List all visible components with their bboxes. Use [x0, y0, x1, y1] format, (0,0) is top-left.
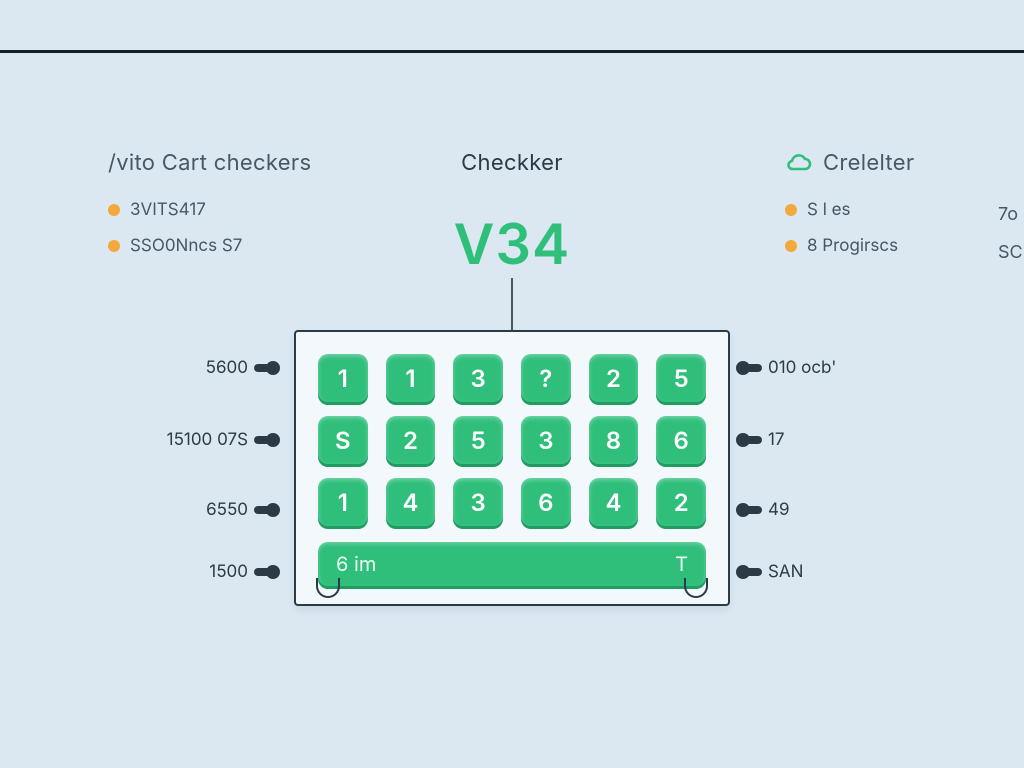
axis-value: 15100 07S [167, 430, 248, 450]
axis-value: 17 [768, 430, 785, 450]
keypad-key[interactable]: 2 [386, 416, 436, 464]
keypad-key[interactable]: 1 [386, 354, 436, 402]
axis-tick-right: 49 [740, 500, 790, 520]
keypad-key[interactable]: 6 [656, 416, 706, 464]
keypad-key[interactable]: 4 [589, 478, 639, 526]
axis-value: 010 ocb' [768, 358, 836, 378]
pin-icon [254, 436, 276, 444]
pin-icon [254, 506, 276, 514]
keypad-key[interactable]: 1 [318, 354, 368, 402]
keypad-bottom-bar[interactable]: 6 im T [318, 542, 706, 586]
cloud-icon [785, 153, 813, 173]
axis-value: 6550 [206, 500, 248, 520]
bar-left-label: 6 im [336, 552, 376, 576]
keypad-key[interactable]: 2 [656, 478, 706, 526]
axis-tick-right: SAN [740, 562, 803, 582]
top-divider [0, 50, 1024, 53]
axis-tick-left: 5600 [116, 358, 276, 378]
pin-icon [740, 436, 762, 444]
bar-right-label: T [675, 552, 688, 576]
keypad-key[interactable]: 1 [318, 478, 368, 526]
axis-tick-left: 6550 [116, 500, 276, 520]
version-connector [511, 278, 513, 330]
keypad-key[interactable]: 6 [521, 478, 571, 526]
pin-icon [740, 568, 762, 576]
keypad-key[interactable]: ? [521, 354, 571, 402]
axis-value: 49 [768, 500, 790, 520]
pin-icon [254, 364, 276, 372]
keypad-panel: 1 1 3 ? 2 5 S 2 5 3 8 6 1 4 3 6 4 2 6 im… [294, 330, 730, 606]
keypad-key[interactable]: 2 [589, 354, 639, 402]
axis-value: SAN [768, 562, 803, 582]
keypad-key[interactable]: S [318, 416, 368, 464]
col-header-right: Crelelter [785, 150, 914, 176]
keypad-key[interactable]: 3 [453, 478, 503, 526]
pin-icon [740, 364, 762, 372]
keypad-key[interactable]: 3 [521, 416, 571, 464]
keypad-key[interactable]: 8 [589, 416, 639, 464]
keypad-grid: 1 1 3 ? 2 5 S 2 5 3 8 6 1 4 3 6 4 2 [318, 354, 706, 526]
axis-tick-right: 010 ocb' [740, 358, 836, 378]
axis-tick-left: 15100 07S [116, 430, 276, 450]
col-header-right-label: Crelelter [823, 150, 914, 176]
version-label: V34 [0, 210, 1024, 278]
pin-icon [740, 506, 762, 514]
axis-value: 5600 [206, 358, 248, 378]
keypad-key[interactable]: 4 [386, 478, 436, 526]
axis-tick-left: 1500 [116, 562, 276, 582]
axis-value: 1500 [209, 562, 248, 582]
pin-icon [254, 568, 276, 576]
keypad-key[interactable]: 5 [453, 416, 503, 464]
keypad-key[interactable]: 3 [453, 354, 503, 402]
axis-tick-right: 17 [740, 430, 785, 450]
keypad-key[interactable]: 5 [656, 354, 706, 402]
